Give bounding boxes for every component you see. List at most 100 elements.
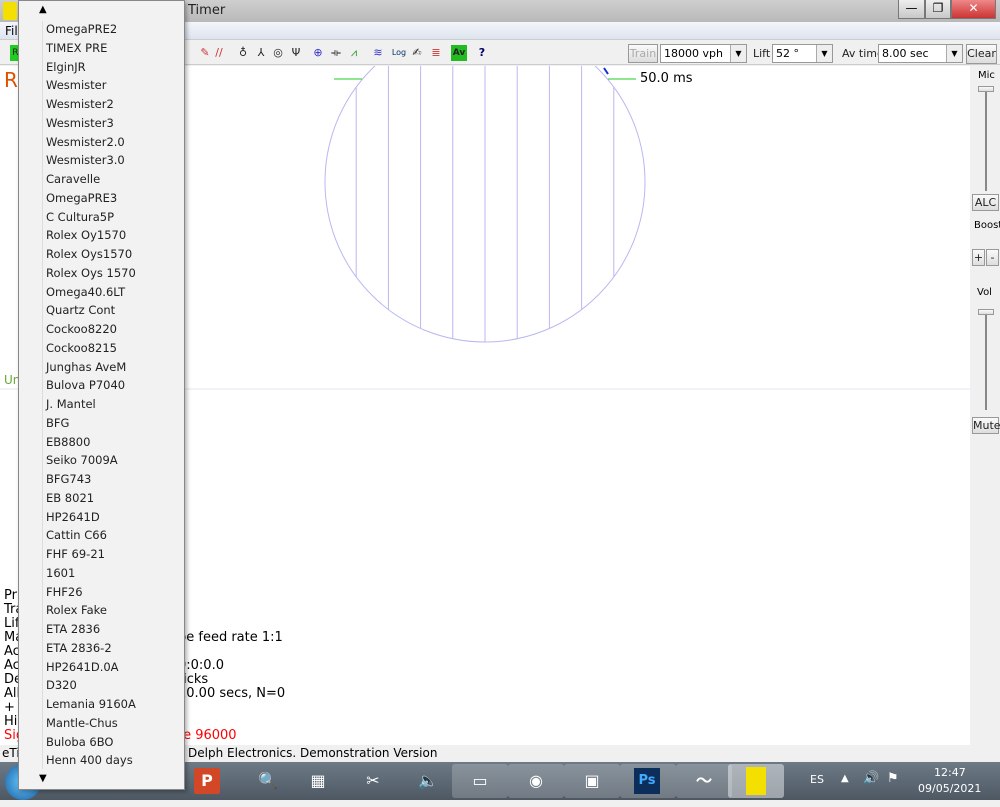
avtime-value: 8.00 sec bbox=[882, 47, 929, 60]
mic-slider-track[interactable] bbox=[985, 86, 987, 191]
minimize-button[interactable]: — bbox=[898, 0, 925, 19]
dropdown-item[interactable]: FHF 69-21 bbox=[46, 545, 105, 564]
close-button[interactable]: ✕ bbox=[951, 0, 996, 19]
dropdown-item[interactable]: Wesmister3 bbox=[46, 114, 114, 133]
photoshop-icon[interactable]: Ps bbox=[634, 768, 660, 794]
dropdown-item[interactable]: EB 8021 bbox=[46, 489, 94, 508]
dropdown-item[interactable]: FHF26 bbox=[46, 583, 83, 602]
dropdown-item[interactable]: J. Mantel bbox=[46, 395, 96, 414]
status-text: Delph Electronics. Demonstration Version bbox=[188, 746, 438, 760]
dropdown-item[interactable]: HP2641D bbox=[46, 508, 100, 527]
vol-slider-thumb[interactable] bbox=[978, 309, 994, 315]
dropdown-item[interactable]: ElginJR bbox=[46, 58, 86, 77]
dropdown-item[interactable]: Rolex Oy1570 bbox=[46, 226, 126, 245]
dropdown-item[interactable]: Rolex Oys 1570 bbox=[46, 264, 136, 283]
clock-time[interactable]: 12:47 bbox=[934, 766, 966, 779]
calculator-icon[interactable]: ▦ bbox=[290, 764, 346, 798]
boost-label: Boost bbox=[974, 220, 1000, 231]
alc-button[interactable]: ALC bbox=[972, 194, 999, 211]
info-line-label: + bbox=[4, 700, 15, 715]
scroll-up-arrow-icon[interactable]: ▲ bbox=[39, 4, 47, 15]
explorer-icon[interactable]: ▭ bbox=[452, 764, 508, 798]
snipping-tool-icon[interactable]: ✂ bbox=[345, 764, 401, 798]
dropdown-item[interactable]: Caravelle bbox=[46, 170, 100, 189]
maximize-button[interactable]: ❐ bbox=[925, 0, 951, 19]
pendulum-icon[interactable]: ♁ bbox=[235, 45, 251, 61]
help-icon[interactable]: ? bbox=[474, 45, 490, 61]
dropdown-item[interactable]: OmegaPRE2 bbox=[46, 20, 117, 39]
dropdown-item[interactable]: 1601 bbox=[46, 564, 75, 583]
avtime-select[interactable]: 8.00 sec ▼ bbox=[878, 44, 963, 63]
dropdown-item[interactable]: Wesmister2 bbox=[46, 95, 114, 114]
magnifier-icon[interactable]: 🔍 bbox=[240, 764, 296, 798]
app-logo-icon bbox=[3, 2, 17, 20]
dropdown-item[interactable]: Wesmister2.0 bbox=[46, 133, 125, 152]
dropdown-item[interactable]: D320 bbox=[46, 676, 77, 695]
dropdown-item[interactable]: Cockoo8220 bbox=[46, 320, 117, 339]
average-button[interactable]: Av bbox=[451, 45, 467, 61]
waveform-icon[interactable]: ⟛ bbox=[328, 45, 344, 61]
dropdown-item[interactable]: Bulova P7040 bbox=[46, 376, 125, 395]
lift-select[interactable]: 52 ° ▼ bbox=[772, 44, 833, 63]
clear-button[interactable]: Clear bbox=[966, 44, 997, 64]
lift-value: 52 ° bbox=[776, 47, 799, 60]
dropdown-item[interactable]: ETA 2836 bbox=[46, 620, 100, 639]
dropdown-item[interactable]: EB8800 bbox=[46, 433, 90, 452]
tuning-fork-icon[interactable]: Ψ bbox=[288, 45, 304, 61]
train-button[interactable]: Train bbox=[628, 44, 658, 63]
mute-button[interactable]: Mute bbox=[972, 417, 1000, 434]
window-title: Timer bbox=[188, 3, 226, 18]
dropdown-item[interactable]: Quartz Cont bbox=[46, 301, 115, 320]
powerpoint-icon[interactable]: P bbox=[194, 768, 220, 794]
etimer-app-icon[interactable] bbox=[728, 764, 784, 798]
dropdown-item[interactable]: Omega40.6LT bbox=[46, 283, 125, 302]
dropdown-item[interactable]: BFG bbox=[46, 414, 69, 433]
dropdown-item[interactable]: Cockoo8215 bbox=[46, 339, 117, 358]
dropdown-item[interactable]: Cattin C66 bbox=[46, 526, 107, 545]
dropdown-item[interactable]: OmegaPRE3 bbox=[46, 189, 117, 208]
log-edit-icon[interactable]: ✍ bbox=[409, 45, 425, 61]
dropdown-item[interactable]: Wesmister bbox=[46, 76, 106, 95]
rate-select[interactable]: 18000 vph ▼ bbox=[660, 44, 747, 63]
dropdown-item[interactable]: HP2641D.0A bbox=[46, 658, 119, 677]
graph-icon[interactable]: ≣ bbox=[428, 45, 444, 61]
watch-model-dropdown-list[interactable]: ▲ OmegaPRE2 TIMEX PRE ElginJR Wesmister Wesm… bbox=[18, 0, 185, 790]
clock-date[interactable]: 09/05/2021 bbox=[918, 782, 981, 795]
photos-icon[interactable]: ▣ bbox=[564, 764, 620, 798]
scroll-down-arrow-icon[interactable]: ▼ bbox=[39, 773, 47, 784]
dropdown-item[interactable]: TIMEX PRE bbox=[46, 39, 107, 58]
dropdown-item[interactable]: C Cultura5P bbox=[46, 208, 114, 227]
dropdown-item[interactable]: Lemania 9160A bbox=[46, 695, 136, 714]
chart-icon[interactable]: ≋ bbox=[370, 45, 386, 61]
dropdown-item[interactable]: Henn 400 days bbox=[46, 751, 133, 770]
boost-plus-button[interactable]: + bbox=[972, 249, 985, 266]
dropdown-item[interactable]: Junghas AveM bbox=[46, 358, 126, 377]
flag-icon[interactable]: ⚑ bbox=[887, 771, 899, 786]
volume-icon[interactable]: 🔊 bbox=[863, 771, 879, 786]
monitor-app-icon[interactable]: 〜 bbox=[676, 764, 732, 798]
vol-slider-track[interactable] bbox=[985, 310, 987, 410]
dropdown-item[interactable]: ETA 2836-2 bbox=[46, 639, 112, 658]
menu-file[interactable]: Fil bbox=[5, 24, 18, 38]
dropdown-item[interactable]: Seiko 7009A bbox=[46, 451, 118, 470]
dropdown-item[interactable]: Rolex Fake bbox=[46, 601, 107, 620]
balance-icon[interactable]: ◎ bbox=[270, 45, 286, 61]
show-hidden-icons[interactable]: ▲ bbox=[841, 773, 849, 784]
language-indicator[interactable]: ES bbox=[810, 773, 824, 786]
log-button[interactable]: Log bbox=[391, 45, 407, 61]
dropdown-item[interactable]: BFG743 bbox=[46, 470, 91, 489]
chevron-down-icon: ▼ bbox=[946, 45, 962, 62]
mic-slider-thumb[interactable] bbox=[978, 86, 994, 92]
boost-minus-button[interactable]: - bbox=[986, 249, 999, 266]
dropdown-item[interactable]: Mantle-Chus bbox=[46, 714, 118, 733]
info-line-label: Pr bbox=[4, 588, 17, 603]
circle-display-icon[interactable]: ⊕ bbox=[310, 45, 326, 61]
dropdown-item[interactable]: Rolex Oys1570 bbox=[46, 245, 132, 264]
dropdown-item[interactable]: Buloba 6BO bbox=[46, 733, 113, 752]
lines-icon[interactable]: // bbox=[211, 45, 227, 61]
speaker-app-icon[interactable]: 🔈 bbox=[400, 764, 456, 798]
tripod-icon[interactable]: ⅄ bbox=[253, 45, 269, 61]
trace-icon[interactable]: ⩘ bbox=[346, 45, 362, 61]
dropdown-item[interactable]: Wesmister3.0 bbox=[46, 151, 125, 170]
chrome-icon[interactable]: ◉ bbox=[508, 764, 564, 798]
